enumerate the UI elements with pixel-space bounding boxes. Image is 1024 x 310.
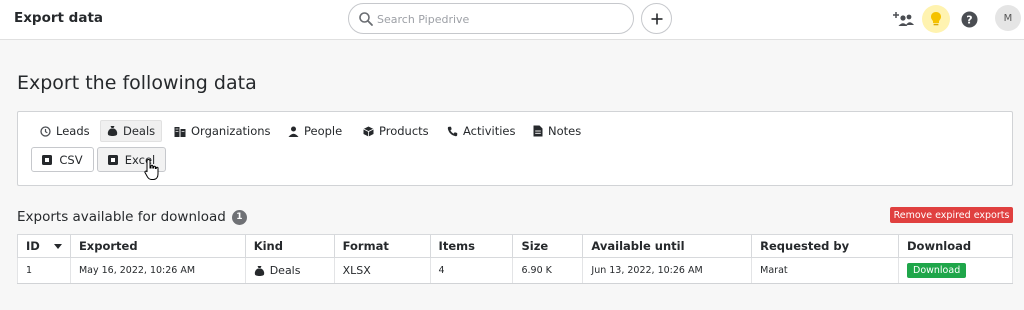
search-input[interactable] (377, 9, 627, 29)
column-header-exported[interactable]: Exported (69, 234, 246, 258)
tab-activities[interactable]: Activities (441, 120, 521, 142)
csv-file-icon (42, 154, 53, 165)
cell-format: XLSX (333, 257, 431, 284)
tab-label: Activities (463, 124, 516, 138)
invite-users-button[interactable] (890, 5, 918, 33)
export-options-panel: Leads Deals Organizations People Product… (17, 111, 1013, 186)
cell-items: 4 (429, 257, 514, 284)
sort-down-icon (53, 243, 62, 249)
export-csv-button[interactable]: CSV (31, 147, 94, 172)
column-header-size[interactable]: Size (512, 234, 584, 258)
search-icon (359, 12, 373, 26)
column-header-kind[interactable]: Kind (244, 234, 335, 258)
tips-button[interactable] (922, 5, 950, 33)
help-icon: ? (961, 11, 977, 27)
lightbulb-icon (931, 12, 941, 26)
cell-download: Download (898, 257, 1013, 284)
tab-leads[interactable]: Leads (34, 120, 96, 142)
user-avatar[interactable]: M (995, 5, 1021, 31)
cell-available-until: Jun 13, 2022, 10:26 AM (582, 257, 753, 284)
tab-label: Leads (56, 124, 90, 138)
money-bag-icon (254, 265, 264, 276)
search-box[interactable] (348, 3, 634, 34)
clock-icon (40, 125, 51, 137)
page-title: Export the following data (17, 72, 257, 94)
column-header-items[interactable]: Items (429, 234, 514, 258)
cell-size: 6.90 K (512, 257, 584, 284)
building-icon (174, 126, 186, 137)
cell-kind: Deals (244, 257, 335, 284)
quick-add-button[interactable] (641, 3, 672, 34)
cell-id: 1 (17, 257, 71, 284)
tab-label: People (304, 124, 343, 138)
svg-text:?: ? (966, 13, 972, 26)
exports-count-badge: 1 (231, 209, 247, 225)
column-header-label: ID (26, 239, 40, 253)
person-icon (288, 126, 299, 137)
cell-exported: May 16, 2022, 10:26 AM (69, 257, 246, 284)
table-header-row: ID Exported Kind Format Items Size Avail… (17, 234, 1013, 258)
column-header-requested-by[interactable]: Requested by (751, 234, 899, 258)
exports-section-title: Exports available for download 1 (17, 209, 247, 225)
phone-icon (447, 126, 458, 136)
tab-products[interactable]: Products (357, 120, 435, 142)
tab-label: Notes (548, 124, 582, 138)
top-bar: Export data ? (0, 0, 1024, 40)
hand-cursor-icon (144, 158, 159, 180)
column-header-id[interactable]: ID (17, 234, 71, 258)
column-header-available-until[interactable]: Available until (582, 234, 753, 258)
remove-expired-exports-button[interactable]: Remove expired exports (890, 207, 1013, 223)
note-icon (533, 125, 543, 137)
tab-label: Organizations (191, 124, 271, 138)
tab-organizations[interactable]: Organizations (168, 120, 277, 142)
exports-title-text: Exports available for download (17, 209, 226, 225)
money-bag-icon (107, 126, 118, 136)
csv-label: CSV (59, 152, 83, 167)
download-button[interactable]: Download (907, 263, 967, 278)
column-header-download[interactable]: Download (898, 234, 1013, 258)
help-button[interactable]: ? (955, 5, 983, 33)
add-users-icon (893, 12, 914, 26)
plus-icon (651, 13, 662, 24)
tab-label: Deals (123, 124, 156, 138)
column-header-format[interactable]: Format (333, 234, 431, 258)
tab-deals[interactable]: Deals (100, 120, 163, 142)
excel-file-icon (107, 154, 118, 165)
table-row: 1 May 16, 2022, 10:26 AM Deals XLSX 4 6.… (17, 257, 1013, 284)
page-header-title: Export data (14, 10, 104, 26)
cell-requested-by: Marat (751, 257, 899, 284)
cell-kind-label: Deals (269, 264, 301, 277)
exports-table: ID Exported Kind Format Items Size Avail… (17, 234, 1013, 284)
box-icon (363, 126, 374, 136)
tab-people[interactable]: People (282, 120, 348, 142)
tab-label: Products (379, 124, 429, 138)
tab-notes[interactable]: Notes (527, 120, 587, 142)
